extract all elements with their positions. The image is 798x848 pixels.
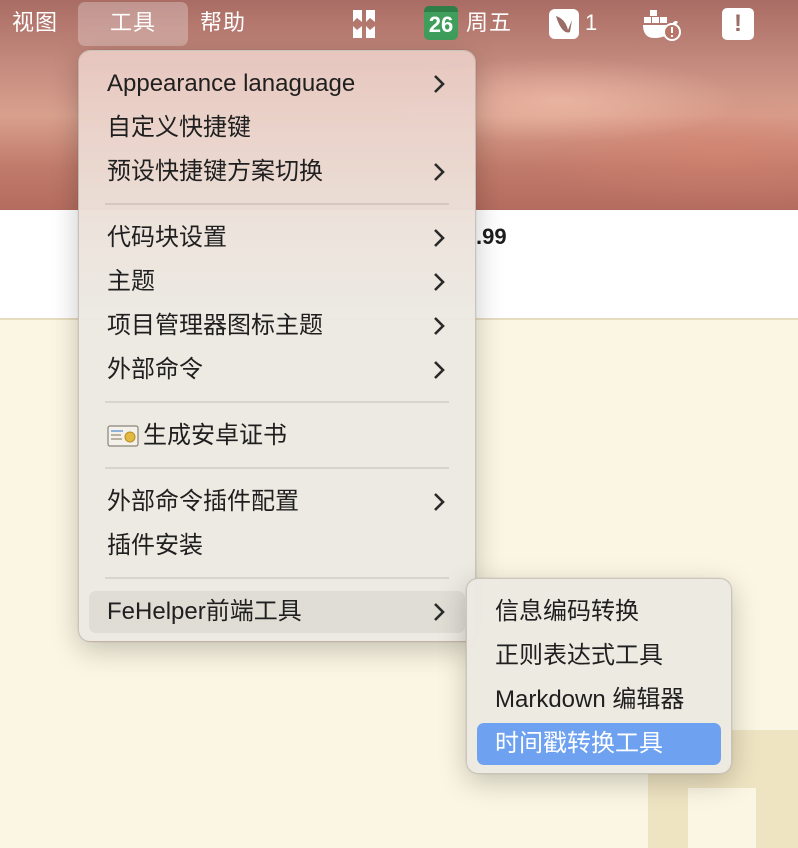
menu-item-label: FeHelper前端工具 [107,598,302,625]
chevron-right-icon [434,229,445,247]
alert-mark: ! [722,8,754,40]
menu-item-custom-shortcuts[interactable]: 自定义快捷键 [89,107,465,149]
certificate-icon [107,425,139,447]
chevron-right-icon [434,163,445,181]
submenu-item-encoding-convert[interactable]: 信息编码转换 [477,591,721,633]
menu-item-label: 插件安装 [107,532,203,559]
price-text: .99 [476,224,507,249]
notification-count: 1 [585,10,599,35]
chevron-right-icon [434,493,445,511]
menu-item-label: 代码块设置 [107,224,227,251]
menu-item-label: Markdown 编辑器 [495,686,685,713]
menu-item-label: 外部命令插件配置 [107,488,299,515]
calendar-icon[interactable]: 26 [424,6,458,40]
menu-item-label: 外部命令 [107,356,203,383]
chevron-right-icon [434,273,445,291]
menu-item-external-commands[interactable]: 外部命令 [89,349,465,391]
menu-item-fehelper[interactable]: FeHelper前端工具 [89,591,465,633]
menu-tools[interactable]: 工具 [78,2,188,46]
chevron-right-icon [434,75,445,93]
menu-separator [105,467,449,469]
menu-separator [105,577,449,579]
calendar-day: 26 [428,12,454,37]
fehelper-submenu: 信息编码转换 正则表达式工具 Markdown 编辑器 时间戳转换工具 [466,578,732,774]
menu-item-appearance-language[interactable]: Appearance lanaguage [89,63,465,105]
menu-item-project-icon-theme[interactable]: 项目管理器图标主题 [89,305,465,347]
menu-item-external-plugin-config[interactable]: 外部命令插件配置 [89,481,465,523]
menu-item-generate-android-cert[interactable]: 生成安卓证书 [89,415,465,457]
submenu-item-timestamp-tool[interactable]: 时间戳转换工具 [477,723,721,765]
menu-item-label: 信息编码转换 [495,598,639,625]
weekday-text[interactable]: 周五 [466,0,512,46]
menu-item-label: 项目管理器图标主题 [107,312,323,339]
chevron-right-icon [434,317,445,335]
docker-icon[interactable] [642,8,684,48]
menu-item-label: Appearance lanaguage [107,70,356,97]
menu-item-label: 预设快捷键方案切换 [107,158,323,185]
menu-separator [105,203,449,205]
tools-menu: Appearance lanaguage 自定义快捷键 预设快捷键方案切换 代码… [78,50,476,642]
menu-item-label: 正则表达式工具 [495,642,663,669]
bird-app-icon[interactable] [548,8,580,40]
submenu-item-markdown-editor[interactable]: Markdown 编辑器 [477,679,721,721]
menu-item-label: 时间戳转换工具 [495,730,663,757]
submenu-item-regex-tool[interactable]: 正则表达式工具 [477,635,721,677]
menu-item-code-block-settings[interactable]: 代码块设置 [89,217,465,259]
menu-item-preset-shortcut-switch[interactable]: 预设快捷键方案切换 [89,151,465,193]
menu-item-label: 自定义快捷键 [107,114,251,141]
menu-item-label: 生成安卓证书 [143,422,287,449]
menu-help[interactable]: 帮助 [200,0,246,46]
menu-item-plugin-install[interactable]: 插件安装 [89,525,465,567]
menu-separator [105,401,449,403]
chevron-right-icon [434,361,445,379]
menu-item-label: 主题 [107,268,155,295]
bookmark-app-icon[interactable] [350,8,378,46]
menu-bar: 视图 工具 帮助 26 周五 1 ! [0,0,798,46]
alert-icon[interactable]: ! [722,8,754,40]
menu-item-theme[interactable]: 主题 [89,261,465,303]
menu-view[interactable]: 视图 [12,0,58,46]
chevron-right-icon [434,603,445,621]
